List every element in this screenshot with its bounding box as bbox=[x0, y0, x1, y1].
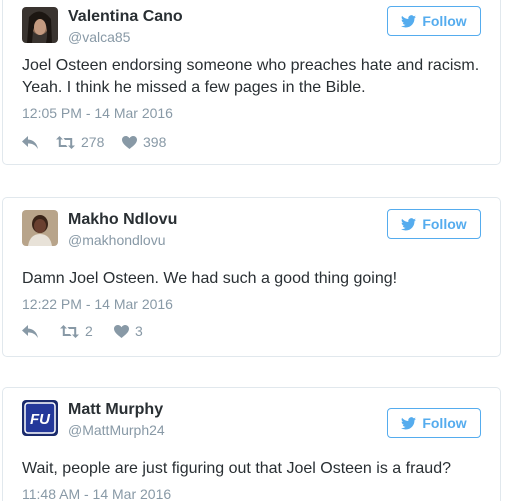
avatar-logo-text: FU bbox=[30, 411, 51, 428]
twitter-bird-icon bbox=[401, 416, 417, 429]
author-handle[interactable]: @makhondlovu bbox=[68, 232, 166, 248]
follow-button[interactable]: Follow bbox=[387, 408, 481, 438]
tweet-card: Valentina Cano @valca85 Follow Joel Oste… bbox=[2, 0, 501, 165]
follow-label: Follow bbox=[422, 415, 467, 431]
like-button[interactable]: 3 bbox=[114, 323, 143, 339]
tweet-text: Wait, people are just figuring out that … bbox=[22, 460, 451, 477]
twitter-bird-icon bbox=[401, 14, 417, 27]
follow-label: Follow bbox=[422, 13, 467, 29]
tweet-timestamp[interactable]: 12:05 PM - 14 Mar 2016 bbox=[22, 105, 173, 121]
heart-icon bbox=[114, 324, 129, 338]
tweet-card: Makho Ndlovu @makhondlovu Follow Damn Jo… bbox=[2, 197, 501, 357]
author-name[interactable]: Makho Ndlovu bbox=[68, 211, 177, 229]
avatar[interactable] bbox=[22, 210, 58, 246]
author-handle[interactable]: @MattMurph24 bbox=[68, 422, 165, 438]
retweet-icon bbox=[60, 324, 79, 338]
retweet-count: 278 bbox=[81, 134, 105, 150]
retweet-count: 2 bbox=[85, 323, 93, 339]
follow-button[interactable]: Follow bbox=[387, 6, 481, 36]
tweet-actions: 2 3 bbox=[22, 321, 143, 341]
reply-icon bbox=[22, 135, 38, 149]
follow-label: Follow bbox=[422, 216, 467, 232]
author-handle[interactable]: @valca85 bbox=[68, 29, 130, 45]
follow-button[interactable]: Follow bbox=[387, 209, 481, 239]
tweet-text: Damn Joel Osteen. We had such a good thi… bbox=[22, 270, 398, 287]
twitter-bird-icon bbox=[401, 217, 417, 230]
tweet-text: Joel Osteen endorsing someone who preach… bbox=[22, 57, 480, 96]
retweet-button[interactable]: 278 bbox=[56, 134, 122, 150]
like-count: 398 bbox=[143, 134, 167, 150]
reply-button[interactable] bbox=[22, 324, 60, 338]
author-name[interactable]: Valentina Cano bbox=[68, 8, 183, 26]
retweet-icon bbox=[56, 135, 75, 149]
avatar[interactable]: FU bbox=[22, 400, 58, 436]
heart-icon bbox=[122, 135, 137, 149]
reply-icon bbox=[22, 324, 38, 338]
author-name[interactable]: Matt Murphy bbox=[68, 401, 163, 419]
retweet-button[interactable]: 2 bbox=[60, 323, 114, 339]
reply-button[interactable] bbox=[22, 135, 56, 149]
like-count: 3 bbox=[135, 323, 143, 339]
like-button[interactable]: 398 bbox=[122, 134, 166, 150]
tweet-card: FU Matt Murphy @MattMurph24 Follow Wait,… bbox=[2, 387, 501, 501]
avatar[interactable] bbox=[22, 7, 58, 43]
tweet-timestamp[interactable]: 11:48 AM - 14 Mar 2016 bbox=[22, 486, 171, 501]
tweet-actions: 278 398 bbox=[22, 132, 166, 152]
tweet-timestamp[interactable]: 12:22 PM - 14 Mar 2016 bbox=[22, 296, 173, 312]
